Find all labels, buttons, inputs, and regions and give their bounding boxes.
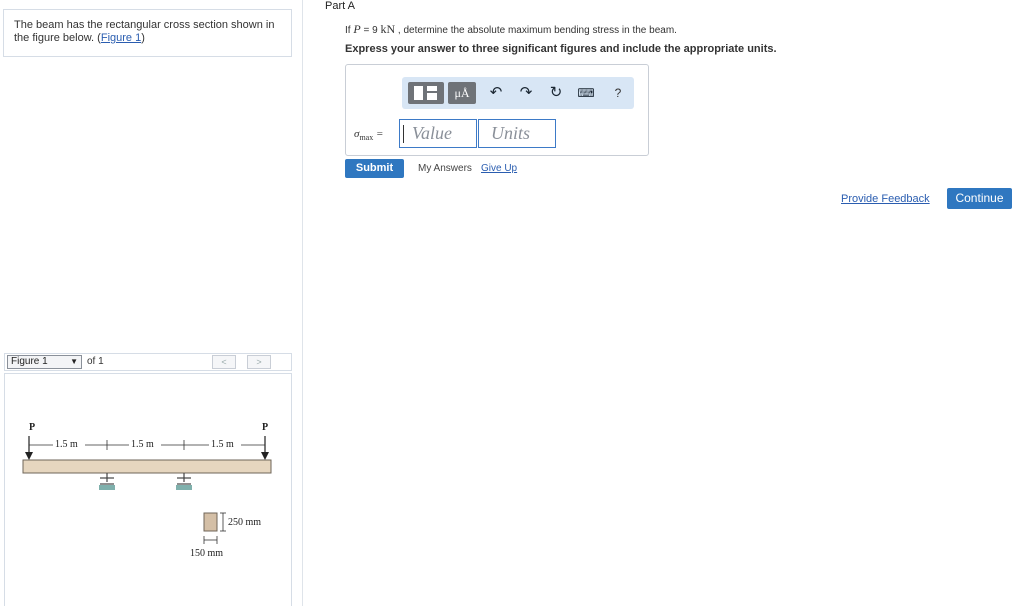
figure-next-button[interactable]: > bbox=[247, 355, 271, 369]
cross-section bbox=[203, 512, 218, 532]
part-title: Part A bbox=[325, 0, 355, 12]
instruction-text: Express your answer to three significant… bbox=[345, 43, 777, 55]
question-post: , determine the absolute maximum bending… bbox=[395, 25, 677, 36]
figure-prev-button[interactable]: < bbox=[212, 355, 236, 369]
figure-area: P P 1.5 m 1.5 m 1.5 m 250 mm 150 mm bbox=[4, 373, 292, 606]
sigma-equals: = bbox=[373, 128, 384, 140]
beam-diagram: P P 1.5 m 1.5 m 1.5 m 250 mm 150 mm bbox=[22, 422, 272, 559]
support-1 bbox=[99, 473, 115, 490]
figure-link[interactable]: Figure 1 bbox=[101, 32, 141, 44]
figure-select-value: Figure 1 bbox=[11, 356, 48, 367]
undo-icon[interactable]: ↶ bbox=[486, 82, 506, 104]
sigma-subscript: max bbox=[359, 133, 374, 143]
units-placeholder: Units bbox=[491, 123, 531, 143]
figure-nav-bar: Figure 1 ▼ of 1 < > bbox=[4, 353, 292, 371]
my-answers-link[interactable]: My Answers bbox=[418, 163, 472, 174]
provide-feedback-link[interactable]: Provide Feedback bbox=[841, 193, 930, 205]
span3-label: 1.5 m bbox=[211, 439, 234, 450]
reset-icon[interactable]: ↻ bbox=[546, 82, 566, 104]
load-right-arrowhead bbox=[261, 452, 269, 460]
answer-box: μÅ ↶ ↷ ↻ ⌨ ? σmax = Value Units bbox=[345, 64, 649, 156]
dropdown-arrow-icon: ▼ bbox=[70, 357, 78, 366]
continue-button[interactable]: Continue bbox=[947, 188, 1012, 209]
span1-label: 1.5 m bbox=[55, 439, 78, 450]
span2-label: 1.5 m bbox=[131, 439, 154, 450]
panel-divider bbox=[302, 0, 303, 606]
text-cursor bbox=[403, 125, 404, 143]
give-up-link[interactable]: Give Up bbox=[481, 163, 517, 174]
height-label: 250 mm bbox=[228, 517, 261, 528]
help-icon[interactable]: ? bbox=[608, 82, 628, 104]
problem-statement: The beam has the rectangular cross secti… bbox=[3, 9, 292, 57]
question-eq: = 9 bbox=[360, 25, 381, 36]
question-text: If P = 9 kN , determine the absolute max… bbox=[345, 22, 677, 37]
question-variable: P bbox=[353, 22, 361, 36]
figure-link-close: ) bbox=[141, 32, 145, 44]
support-2 bbox=[176, 473, 192, 490]
templates-icon[interactable] bbox=[408, 82, 444, 104]
question-unit: kN bbox=[380, 22, 396, 36]
value-input[interactable]: Value bbox=[399, 119, 477, 148]
sigma-max-label: σmax = bbox=[354, 128, 383, 142]
width-label: 150 mm bbox=[190, 548, 223, 559]
load-left-label: P bbox=[29, 422, 35, 433]
beam bbox=[22, 459, 272, 474]
units-input[interactable]: Units bbox=[478, 119, 556, 148]
keyboard-icon[interactable]: ⌨ bbox=[576, 82, 596, 104]
units-icon[interactable]: μÅ bbox=[448, 82, 476, 104]
redo-icon[interactable]: ↷ bbox=[516, 82, 536, 104]
figure-select[interactable]: Figure 1 ▼ bbox=[7, 355, 82, 369]
load-left-arrowhead bbox=[25, 452, 33, 460]
equation-toolbar: μÅ ↶ ↷ ↻ ⌨ ? bbox=[402, 77, 634, 109]
value-placeholder: Value bbox=[412, 123, 452, 143]
submit-button[interactable]: Submit bbox=[345, 159, 404, 178]
figure-count: of 1 bbox=[87, 356, 104, 367]
load-right-label: P bbox=[262, 422, 268, 433]
